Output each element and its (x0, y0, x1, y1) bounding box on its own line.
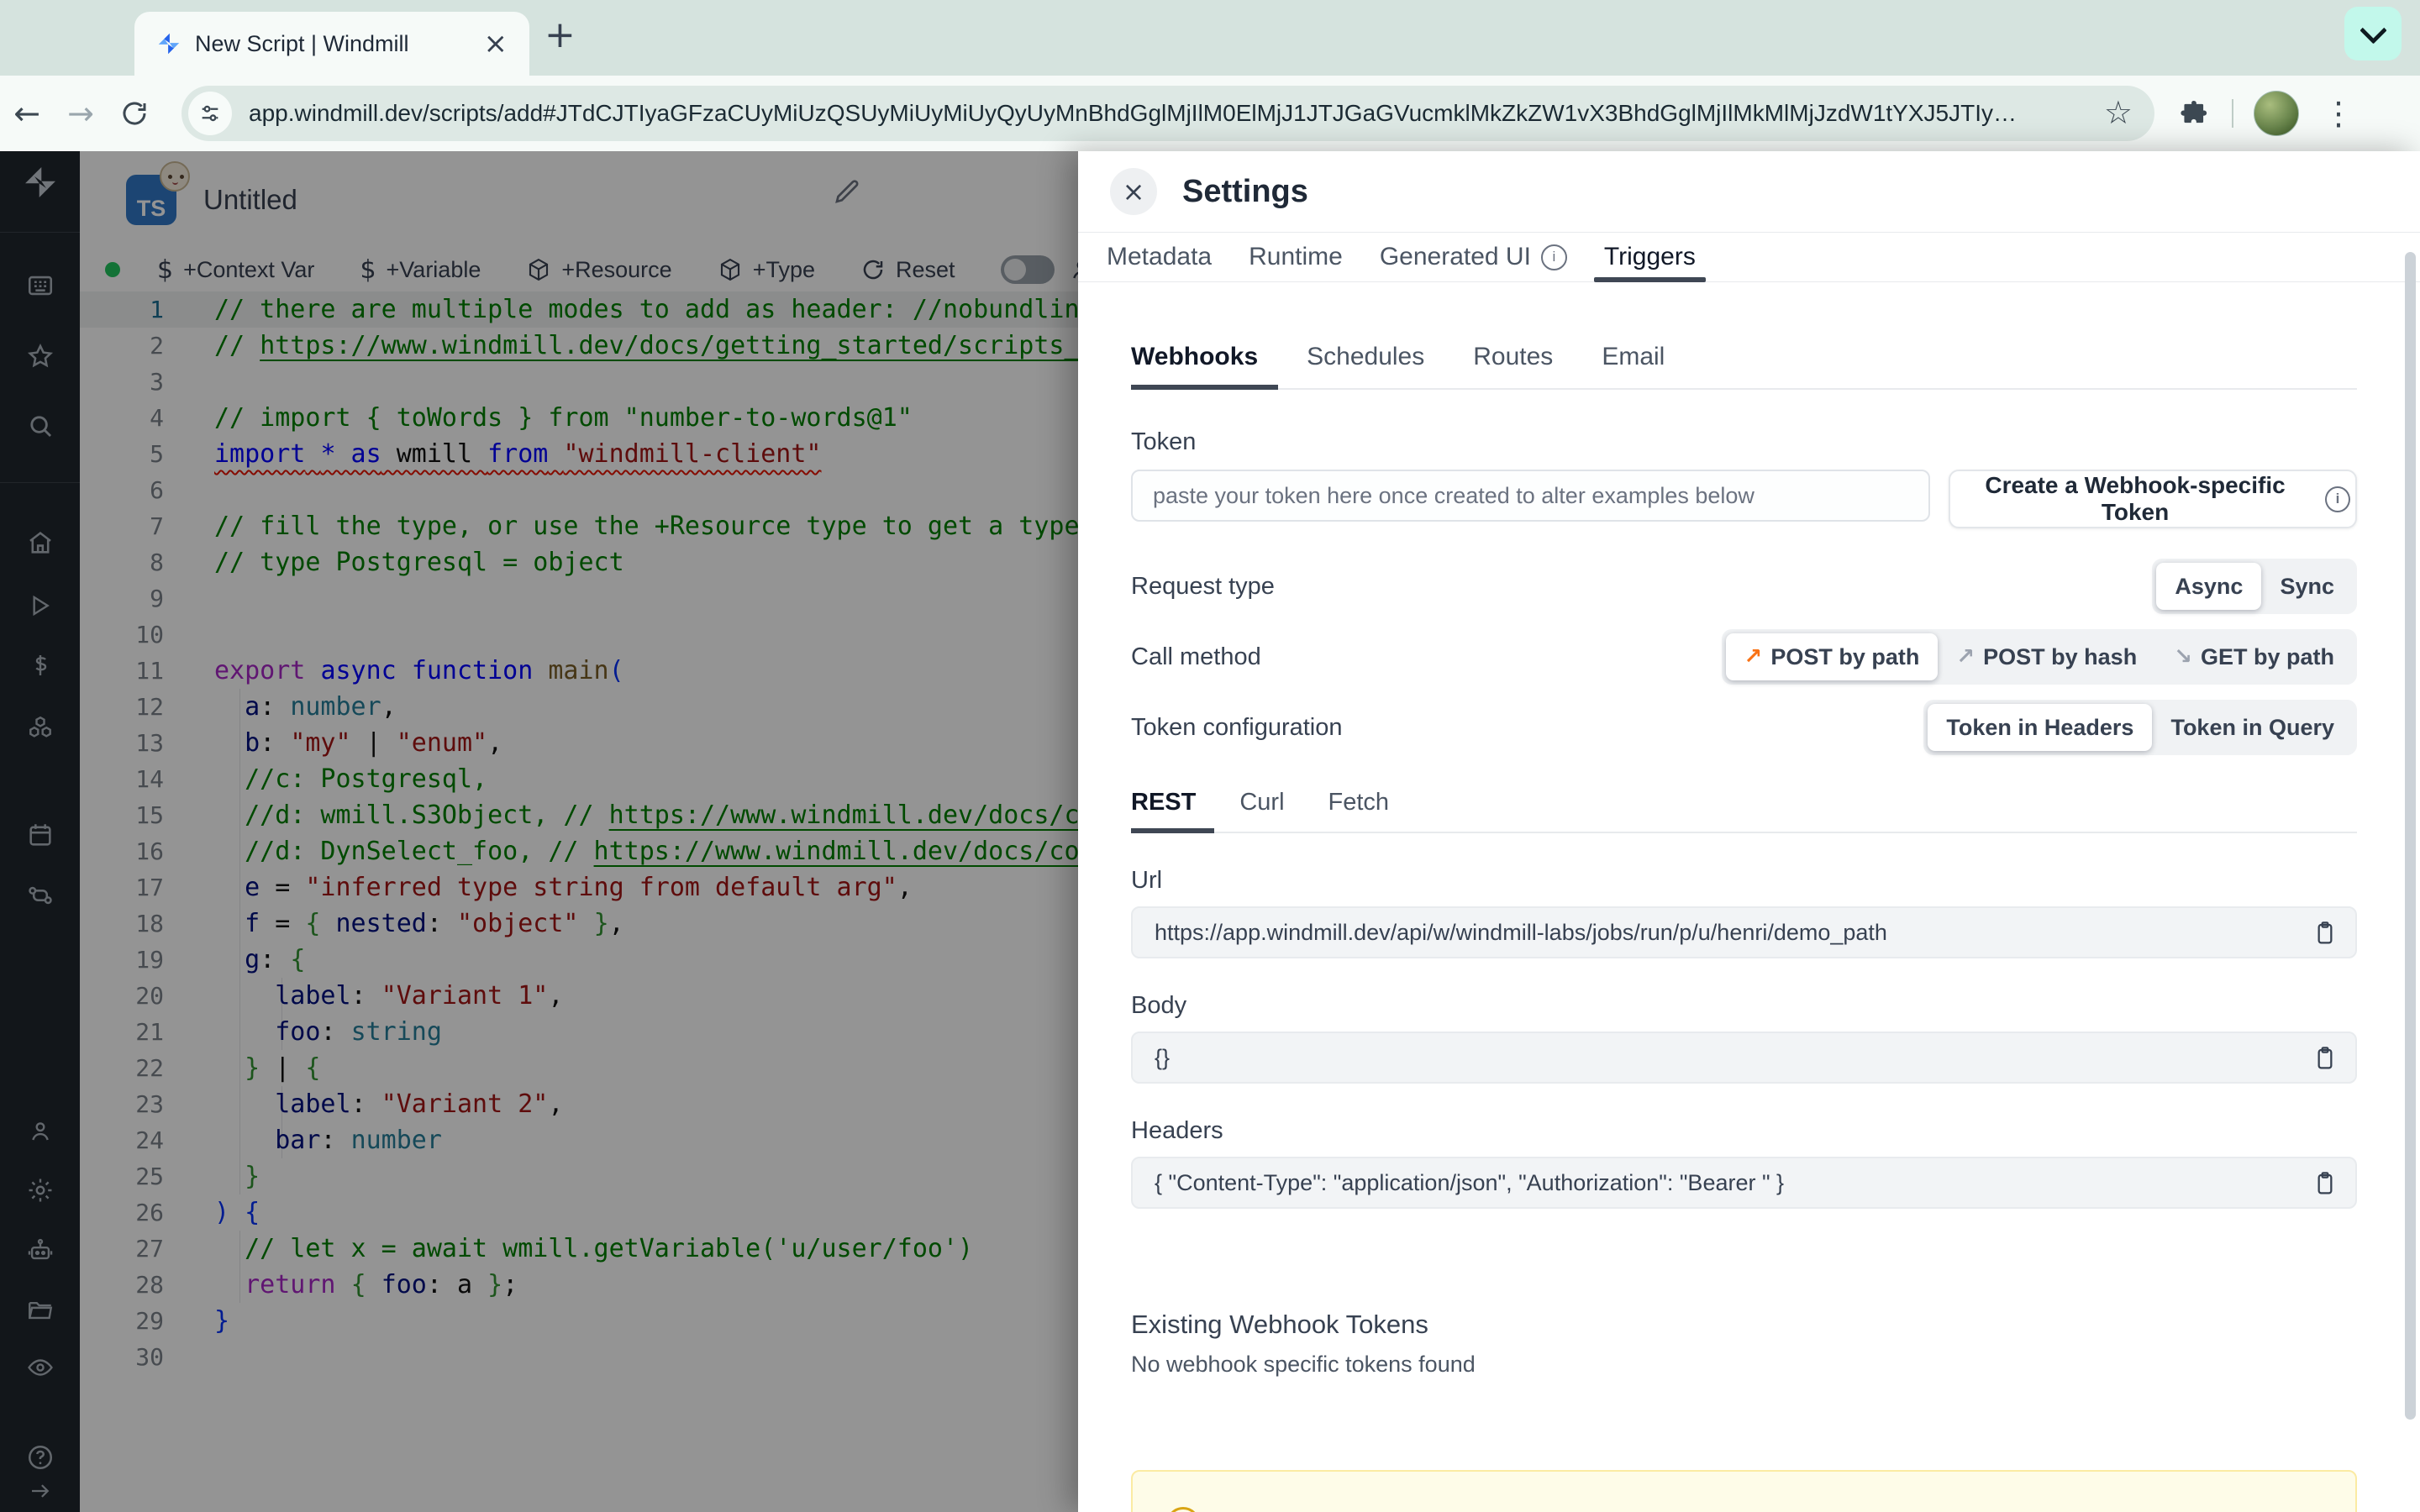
option-async[interactable]: Async (2156, 563, 2262, 610)
token-label: Token (1131, 428, 1197, 455)
tab-runtime[interactable]: Runtime (1230, 233, 1361, 281)
option-token-in-headers[interactable]: Token in Headers (1928, 704, 2153, 751)
tab-triggers[interactable]: Triggers (1586, 233, 1714, 282)
browser-toolbar: ← → app.windmill.dev/scripts/add#JTdCJTI… (0, 76, 2420, 151)
url-field[interactable]: https://app.windmill.dev/api/w/windmill-… (1131, 906, 2357, 958)
request-type-toggle: Async Sync (2152, 559, 2357, 614)
triggers-panel: Webhooks Schedules Routes Email Token Cr… (1078, 343, 2420, 1512)
browser-tab-strip: New Script | Windmill × + (0, 0, 2420, 76)
example-tabs: REST Curl Fetch (1131, 789, 2357, 833)
new-tab-button[interactable]: + (544, 13, 576, 56)
deployed-path-warning: ! Attached to a deployed path The webhoo… (1131, 1470, 2357, 1512)
tab-email[interactable]: Email (1602, 343, 1665, 388)
info-icon: i (2325, 486, 2350, 512)
existing-tokens-title: Existing Webhook Tokens (1131, 1310, 1428, 1339)
chrome-dropdown-button[interactable] (2344, 7, 2402, 60)
bookmark-star-icon[interactable]: ☆ (2104, 94, 2133, 131)
chevron-down-icon (2359, 16, 2387, 45)
token-configuration-label: Token configuration (1131, 713, 1343, 741)
arrow-down-right-icon: ↘ (2174, 644, 2192, 669)
tab-fetch[interactable]: Fetch (1328, 789, 1390, 832)
call-method-row: Call method ↗ POST by path ↗ POST by has… (1131, 629, 2357, 685)
arrow-up-right-icon: ↗ (1956, 644, 1975, 669)
tab-rest[interactable]: REST (1131, 789, 1215, 833)
toolbar-divider (2232, 99, 2233, 128)
tab-close-icon[interactable]: × (484, 27, 508, 60)
existing-tokens-empty: No webhook specific tokens found (1131, 1352, 1476, 1377)
headers-value: { "Content-Type": "application/json", "A… (1155, 1169, 1785, 1195)
settings-drawer: × Settings Metadata Runtime Generated UI… (1078, 151, 2420, 1512)
option-post-by-path[interactable]: ↗ POST by path (1725, 633, 1939, 680)
close-settings-button[interactable]: × (1110, 168, 1157, 215)
extensions-icon[interactable] (2178, 97, 2210, 129)
option-post-by-hash[interactable]: ↗ POST by hash (1938, 633, 2155, 680)
site-settings-button[interactable] (188, 92, 232, 135)
tab-schedules[interactable]: Schedules (1307, 343, 1424, 388)
arrow-up-right-icon: ↗ (1744, 644, 1763, 669)
call-method-toggle: ↗ POST by path ↗ POST by hash ↘ GET by p… (1721, 629, 2357, 685)
workspace-area: TS Untitled $ +Context Var $ +Variable +… (0, 151, 1078, 1512)
request-type-label: Request type (1131, 572, 1275, 600)
create-webhook-token-button[interactable]: Create a Webhook-specific Token i (1949, 470, 2357, 528)
back-button[interactable]: ← (0, 95, 54, 132)
copy-icon[interactable] (2312, 1170, 2338, 1197)
option-post-by-path-label: POST by path (1770, 643, 1920, 669)
settings-title: Settings (1182, 173, 1308, 209)
profile-avatar[interactable] (2254, 91, 2299, 136)
url-label: Url (1131, 867, 1163, 894)
browser-tab[interactable]: New Script | Windmill × (134, 12, 529, 76)
create-webhook-token-label: Create a Webhook-specific Token (1985, 472, 2286, 525)
tab-curl[interactable]: Curl (1239, 789, 1284, 832)
settings-tabs: Metadata Runtime Generated UI i Triggers (1078, 232, 2420, 282)
token-row: Create a Webhook-specific Token i (1131, 470, 2357, 528)
headers-field[interactable]: { "Content-Type": "application/json", "A… (1131, 1157, 2357, 1209)
token-configuration-toggle: Token in Headers Token in Query (1923, 700, 2357, 755)
url-bar[interactable]: app.windmill.dev/scripts/add#JTdCJTIyaGF… (182, 86, 2154, 141)
option-get-by-path[interactable]: ↘ GET by path (2155, 633, 2353, 680)
tab-metadata[interactable]: Metadata (1088, 233, 1230, 281)
body-value: {} (1155, 1044, 1171, 1070)
request-type-row: Request type Async Sync (1131, 559, 2357, 614)
windmill-favicon-icon (156, 31, 182, 56)
option-token-in-query[interactable]: Token in Query (2152, 704, 2353, 751)
copy-icon[interactable] (2312, 1045, 2338, 1072)
url-text[interactable]: app.windmill.dev/scripts/add#JTdCJTIyaGF… (249, 100, 2039, 127)
forward-button[interactable]: → (54, 95, 108, 132)
call-method-label: Call method (1131, 643, 1261, 670)
headers-label: Headers (1131, 1117, 1223, 1144)
token-configuration-row: Token configuration Token in Headers Tok… (1131, 700, 2357, 755)
tab-generated-ui[interactable]: Generated UI i (1361, 233, 1586, 281)
tab-title: New Script | Windmill (195, 30, 409, 56)
panel-scrollbar[interactable] (2405, 252, 2416, 1420)
tab-routes[interactable]: Routes (1473, 343, 1553, 388)
tab-generated-ui-label: Generated UI (1379, 243, 1531, 270)
settings-header: × Settings (1078, 151, 2420, 232)
warning-icon: ! (1166, 1507, 1200, 1512)
option-get-by-path-label: GET by path (2200, 643, 2334, 669)
body-label: Body (1131, 992, 1187, 1019)
url-value: https://app.windmill.dev/api/w/windmill-… (1155, 919, 1887, 945)
body-field[interactable]: {} (1131, 1032, 2357, 1084)
reload-button[interactable] (108, 98, 161, 129)
modal-dim-overlay[interactable] (0, 151, 1078, 1512)
info-icon: i (1540, 244, 1567, 270)
token-input[interactable] (1131, 470, 1930, 522)
tab-webhooks[interactable]: Webhooks (1131, 343, 1279, 390)
copy-icon[interactable] (2312, 920, 2338, 947)
browser-menu-icon[interactable]: ⋮ (2323, 95, 2354, 132)
warning-header: ! Attached to a deployed path (1166, 1507, 2322, 1512)
option-sync[interactable]: Sync (2261, 563, 2353, 610)
option-post-by-hash-label: POST by hash (1983, 643, 2138, 669)
trigger-type-tabs: Webhooks Schedules Routes Email (1131, 343, 2357, 390)
